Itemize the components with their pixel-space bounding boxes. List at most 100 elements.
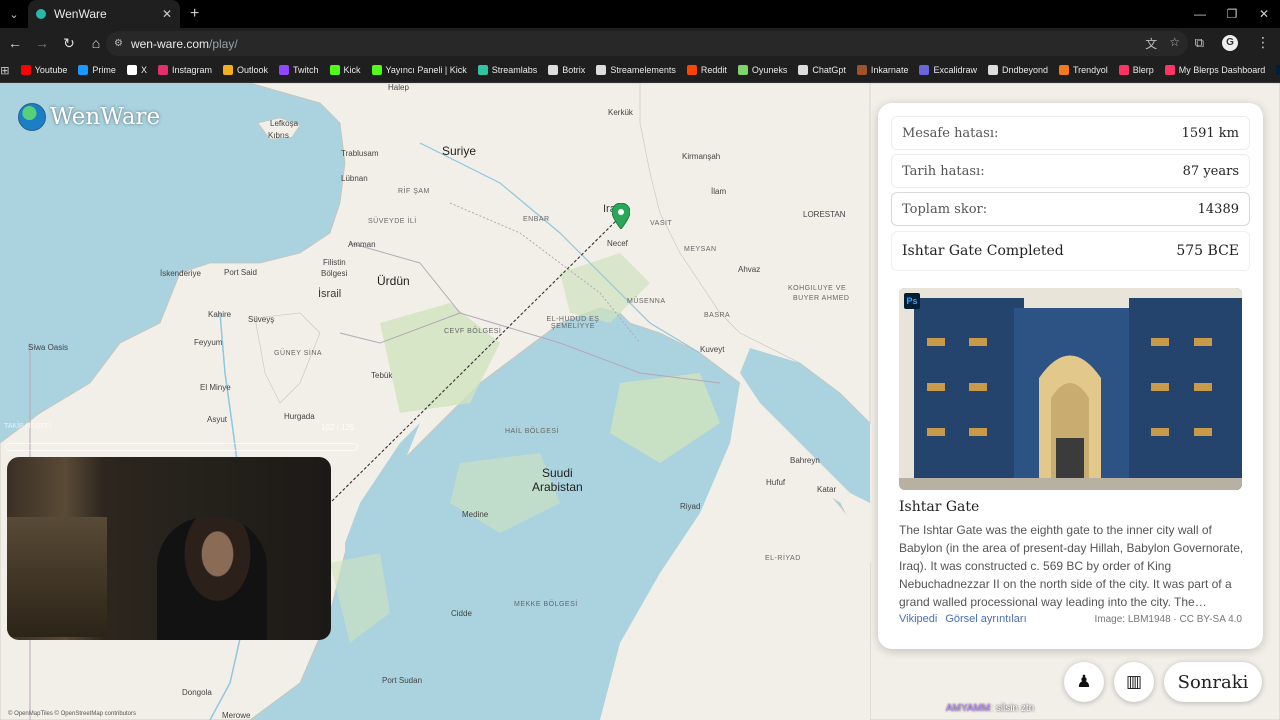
restore-icon[interactable]: ❐: [1216, 0, 1248, 28]
extensions-puzzle-icon[interactable]: ⧉: [1195, 35, 1204, 51]
bookmark-favicon-icon: [371, 65, 382, 75]
bookmark-favicon-icon: [78, 65, 89, 75]
bookmark-item[interactable]: Trendyol: [1059, 65, 1108, 75]
bookmark-item[interactable]: Instagram: [157, 65, 212, 75]
bookmark-item[interactable]: Excalidraw: [919, 65, 977, 75]
bookmark-item[interactable]: Botrix: [548, 65, 585, 75]
apps-grid-icon[interactable]: ⊞: [0, 64, 10, 77]
bookmark-item[interactable]: Inkarnate: [856, 65, 909, 75]
map-label: Amman: [348, 240, 376, 249]
bookmark-favicon-icon: [686, 65, 697, 75]
ishtar-gate-photo[interactable]: Ps: [899, 288, 1242, 490]
bookmark-item[interactable]: ChatGpt: [798, 65, 846, 75]
tab-strip: ⌄ WenWare ✕ + — ❐ ✕: [0, 0, 1280, 28]
close-window-icon[interactable]: ✕: [1248, 0, 1280, 28]
answer-location-pin-icon: [612, 203, 630, 229]
date-error-value: 87 years: [1182, 163, 1239, 179]
logo-text: WenWare: [50, 104, 161, 130]
tab-title: WenWare: [54, 7, 107, 21]
url-host: wen-ware.com: [130, 36, 209, 51]
bookmark-label: Botrix: [562, 65, 586, 75]
street-view-button[interactable]: ♟: [1064, 662, 1104, 702]
follower-goal-bar: [5, 443, 358, 451]
bookmark-item[interactable]: Yayıncı Paneli | Kick: [371, 65, 467, 75]
bookmark-item[interactable]: Outlook: [222, 65, 268, 75]
map-label: Dongola: [182, 688, 212, 697]
map-toggle-button[interactable]: ▥: [1114, 662, 1154, 702]
bookmark-label: Reddit: [700, 65, 727, 75]
bookmark-item[interactable]: My Blerps Dashboard: [1164, 65, 1266, 75]
bookmark-star-icon[interactable]: ☆: [1169, 35, 1180, 52]
bookmark-label: Excalidraw: [933, 65, 977, 75]
minimize-icon[interactable]: —: [1184, 0, 1216, 28]
place-title: Ishtar Gate: [899, 499, 980, 515]
bookmark-item[interactable]: Youtube: [20, 65, 67, 75]
map-label: Siwa Oasis: [28, 343, 69, 352]
chat-text: : silsin ztn: [990, 703, 1035, 714]
bookmark-item[interactable]: Prime: [78, 65, 116, 75]
tab-close-icon[interactable]: ✕: [162, 7, 172, 21]
map-label: Tebük: [371, 371, 393, 380]
profile-avatar-icon[interactable]: G: [1222, 34, 1238, 51]
ishtar-gate-illustration: [899, 288, 1242, 490]
bookmark-label: Trendyol: [1073, 65, 1108, 75]
map-label: Süveyş: [248, 315, 275, 324]
photoshop-bookmark-icon[interactable]: [1276, 65, 1280, 75]
bookmark-item[interactable]: Oyuneks: [737, 65, 788, 75]
map-label: Riyad: [680, 502, 701, 511]
map-label: KOHGILUYE VE: [788, 285, 847, 292]
tab-wenware[interactable]: WenWare ✕: [28, 0, 180, 28]
bookmark-item[interactable]: Twitch: [279, 65, 319, 75]
map-label: El Minye: [200, 383, 231, 392]
image-details-link[interactable]: Görsel ayrıntıları: [945, 613, 1026, 625]
wenware-logo[interactable]: WenWare: [18, 103, 160, 131]
map-label: Ahvaz: [738, 265, 761, 274]
reload-icon[interactable]: ↻: [57, 35, 81, 52]
map-label: Hurgada: [284, 412, 315, 421]
place-description: The Ishtar Gate was the eighth gate to t…: [899, 523, 1244, 609]
total-score-row: Toplam skor: 14389: [891, 192, 1250, 226]
map-label: CEVF BÖLGESİ: [444, 328, 502, 335]
bookmark-item[interactable]: Dndbeyond: [987, 65, 1049, 75]
map-label: Kerkük: [608, 108, 633, 117]
green-area-2: [610, 373, 720, 463]
bookmark-label: Streamelements: [610, 65, 676, 75]
back-arrow-icon[interactable]: ←: [3, 35, 27, 51]
bookmarks-bar: ⊞ Youtube Prime X Instagram Outlook Twitch Kic…: [0, 58, 1280, 83]
address-bar[interactable]: ⚙ wen-ware.com/play/ 文 ☆: [106, 31, 1188, 56]
bookmark-label: Instagram: [171, 65, 212, 75]
game-viewport: Halep Kerkük Suriye Kirmanşah Lefkoşa Kı…: [0, 83, 1280, 720]
map-label: İsrail: [318, 288, 342, 300]
tab-search-chevron-icon[interactable]: ⌄: [0, 8, 28, 21]
bookmark-item[interactable]: Blerp: [1118, 65, 1154, 75]
bookmark-favicon-icon: [157, 65, 168, 75]
stream-chat-message: AMYAMM: silsin ztn: [946, 703, 1034, 714]
site-info-icon[interactable]: ⚙: [114, 38, 123, 49]
bookmark-favicon-icon: [279, 65, 290, 75]
translate-icon[interactable]: 文: [1145, 35, 1157, 52]
wikipedia-link[interactable]: Vikipedi: [899, 613, 937, 625]
bookmark-favicon-icon: [596, 65, 607, 75]
bookmark-item[interactable]: Streamelements: [596, 65, 676, 75]
forward-arrow-icon[interactable]: →: [30, 35, 54, 51]
bookmark-item[interactable]: Reddit: [686, 65, 727, 75]
map-label: Kahire: [208, 310, 232, 319]
bookmark-item[interactable]: X: [126, 65, 147, 75]
window-controls: — ❐ ✕: [1184, 0, 1280, 28]
new-tab-plus-icon[interactable]: +: [190, 5, 199, 23]
bookmark-label: Inkarnate: [870, 65, 909, 75]
map-label: Ürdün: [377, 274, 410, 288]
home-icon[interactable]: ⌂: [84, 35, 108, 51]
bookmark-item[interactable]: Streamlabs: [477, 65, 537, 75]
result-panel: Mesafe hatası: 1591 km Tarih hatası: 87 …: [878, 103, 1263, 649]
bookmark-label: My Blerps Dashboard: [1178, 65, 1266, 75]
bookmark-label: Dndbeyond: [1001, 65, 1049, 75]
map-label: Lefkoşa: [270, 119, 299, 128]
map-label: Bahreyn: [790, 456, 820, 465]
bookmark-item[interactable]: Kick: [329, 65, 361, 75]
map-attribution[interactable]: © OpenMapTiles © OpenStreetMap contribut…: [8, 711, 136, 717]
bookmark-label: Oyuneks: [751, 65, 788, 75]
next-button[interactable]: Sonraki: [1164, 662, 1262, 702]
map-label: Suudi: [542, 466, 573, 480]
browser-menu-icon[interactable]: ⋮: [1256, 34, 1270, 51]
